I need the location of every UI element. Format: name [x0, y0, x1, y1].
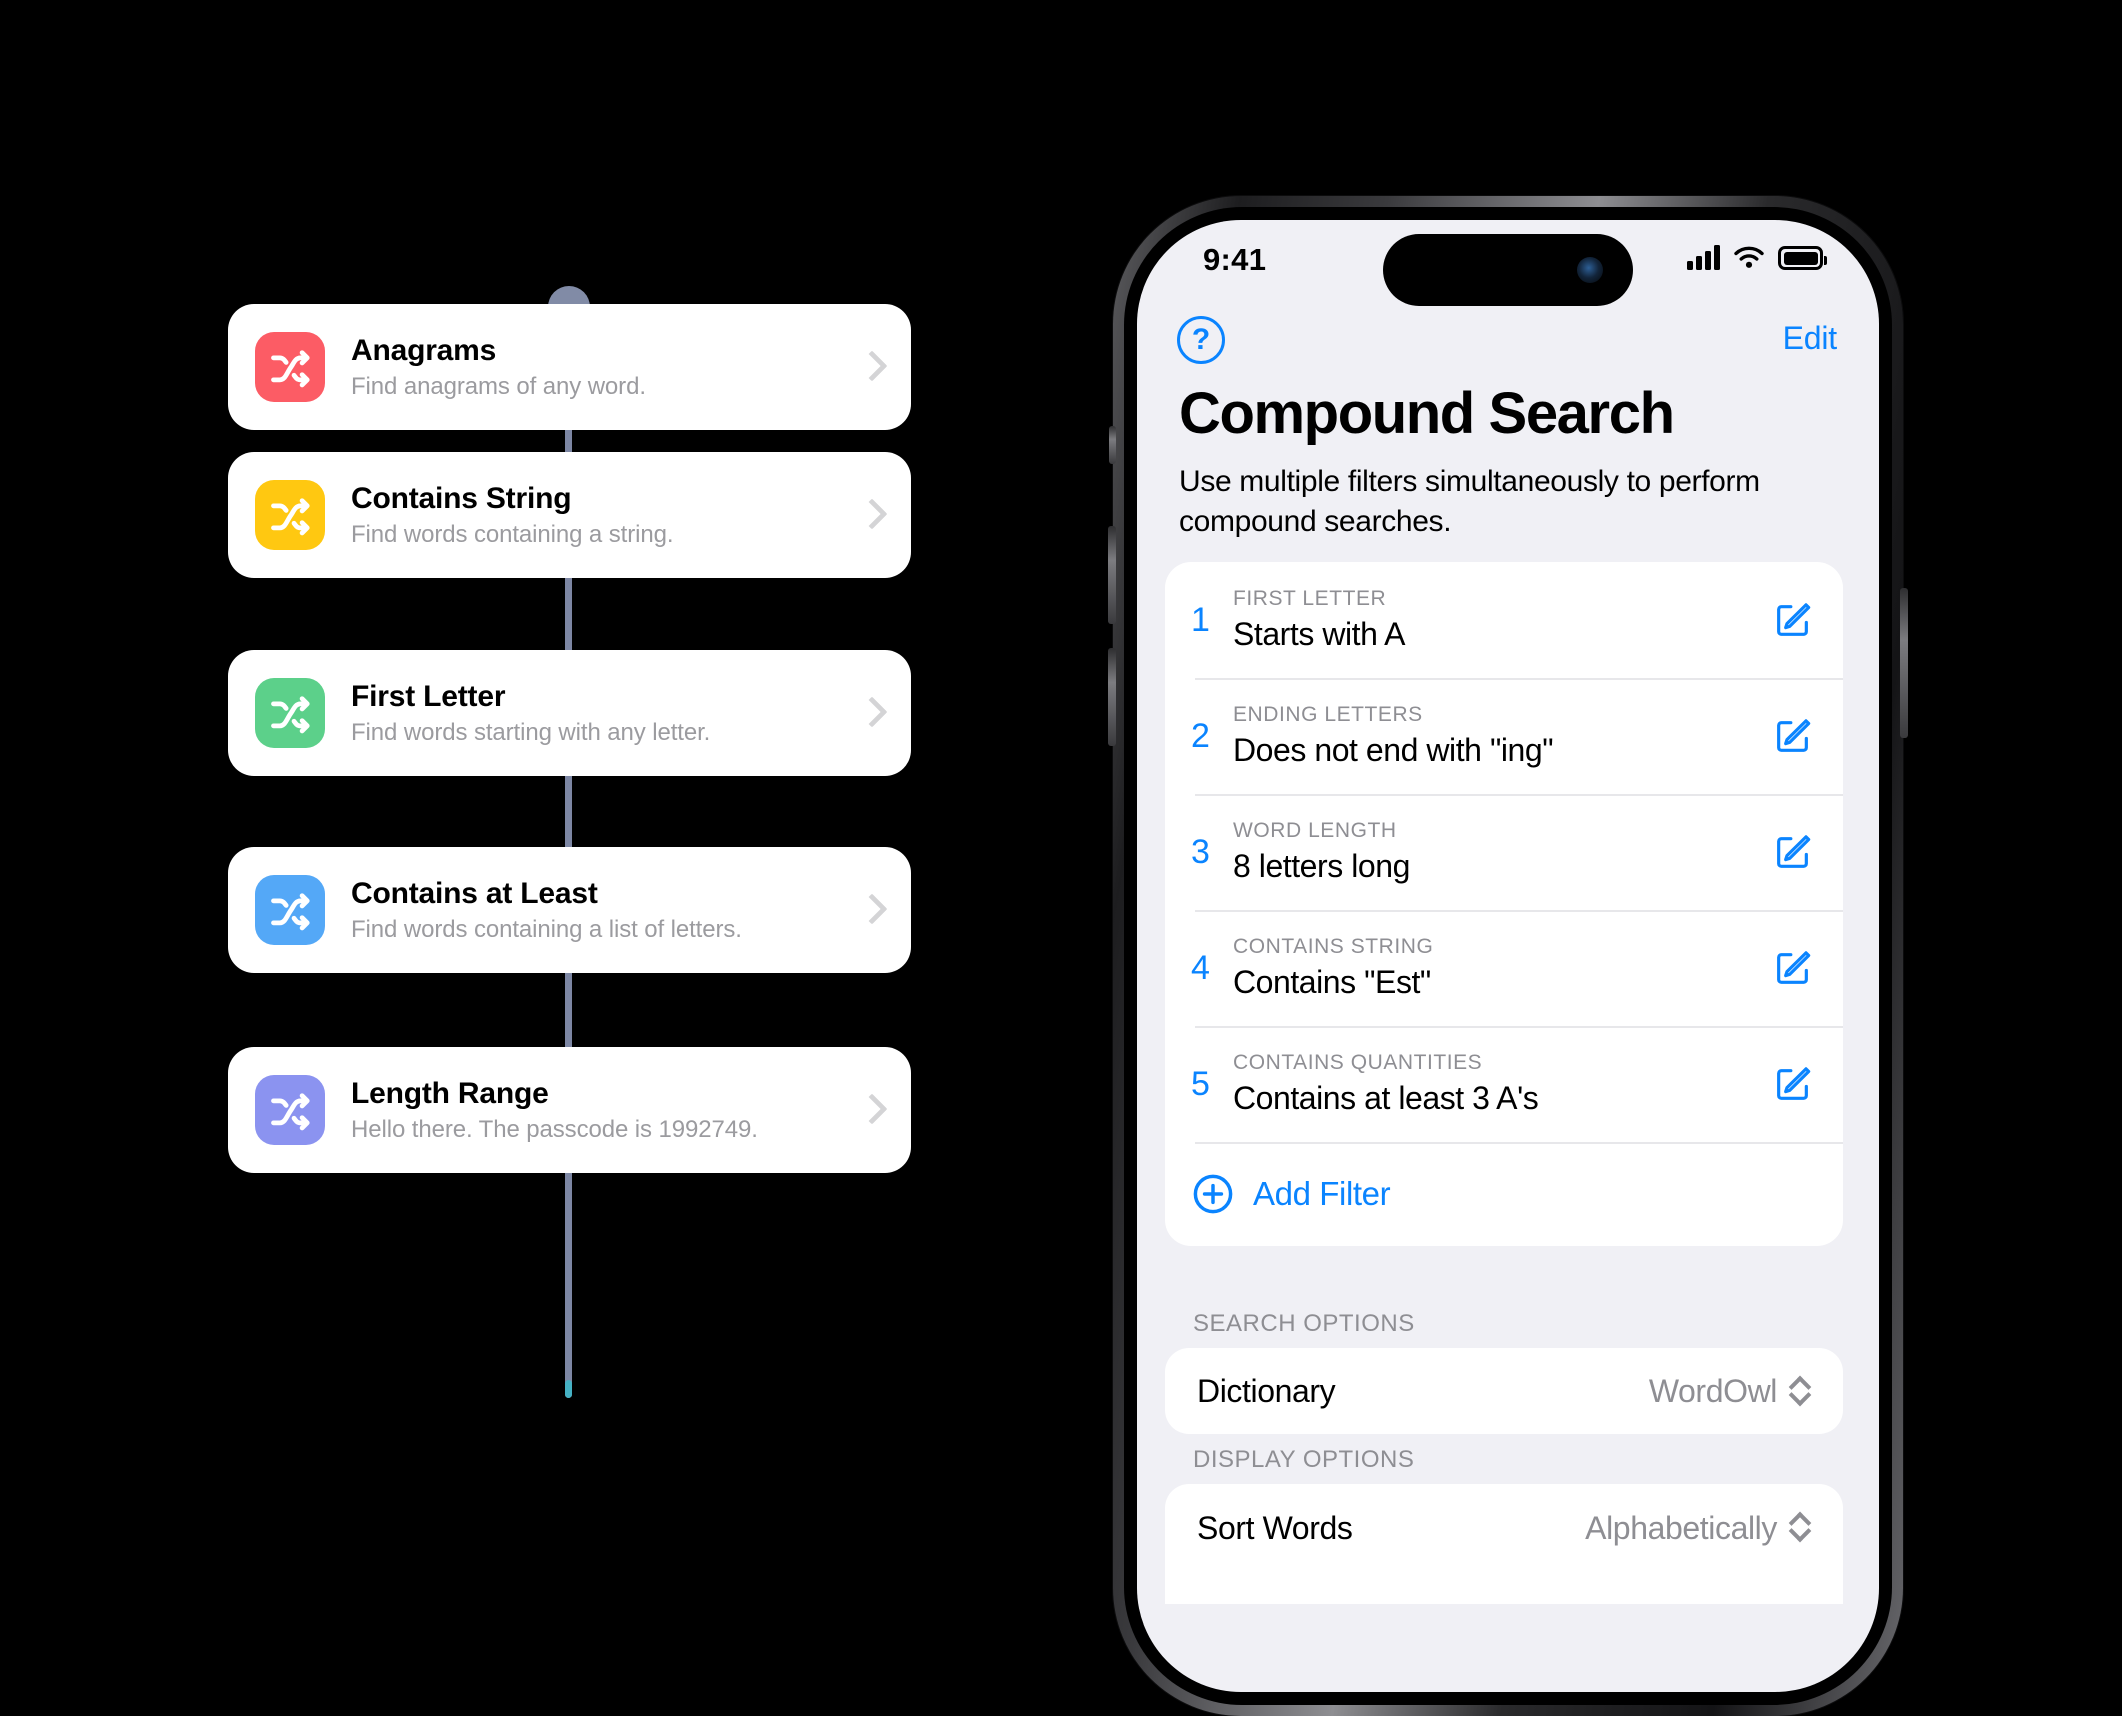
filter-texts: CONTAINS STRING Contains "Est" — [1233, 934, 1773, 1001]
edit-square-pencil-icon[interactable] — [1773, 600, 1813, 640]
status-indicators — [1687, 244, 1827, 270]
filter-value: Contains "Est" — [1233, 963, 1431, 1000]
volume-up-button[interactable] — [1108, 526, 1116, 624]
power-button[interactable] — [1900, 588, 1908, 738]
edit-square-pencil-icon[interactable] — [1773, 1064, 1813, 1104]
shortcut-card[interactable]: First Letter Find words starting with an… — [228, 650, 911, 776]
filter-value: Does not end with "ing" — [1233, 731, 1554, 768]
page-subtitle: Use multiple filters simultaneously to p… — [1179, 465, 1760, 538]
filter-number: 5 — [1191, 1064, 1210, 1103]
status-time: 9:41 — [1203, 242, 1267, 277]
shortcut-card-title: Contains at Least — [351, 876, 598, 910]
shortcut-card-subtitle: Find words containing a list of letters. — [351, 915, 742, 943]
shortcut-card[interactable]: Contains at Least Find words containing … — [228, 847, 911, 973]
help-icon[interactable]: ? — [1177, 316, 1225, 364]
status-bar: 9:41 — [1137, 220, 1879, 306]
add-filter-label: Add Filter — [1253, 1175, 1391, 1212]
front-camera-icon — [1577, 257, 1603, 283]
filters-list: 1 FIRST LETTER Starts with A 2 ENDING LE… — [1165, 562, 1843, 1246]
chevron-right-icon — [859, 493, 885, 537]
chevron-right-icon — [859, 888, 885, 932]
filter-row[interactable]: 1 FIRST LETTER Starts with A — [1165, 562, 1843, 678]
filter-row[interactable]: 5 CONTAINS QUANTITIES Contains at least … — [1165, 1026, 1843, 1142]
edit-button[interactable]: Edit — [1783, 320, 1838, 357]
filter-category: FIRST LETTER — [1233, 587, 1387, 611]
sort-words-value: Alphabetically — [1585, 1510, 1777, 1546]
shortcut-card-text: Anagrams Find anagrams of any word. — [351, 333, 859, 402]
shortcut-card-text: Contains at Least Find words containing … — [351, 876, 859, 945]
chevron-right-icon — [859, 1088, 885, 1132]
shortcut-card-title: Anagrams — [351, 333, 497, 367]
filter-number: 1 — [1191, 600, 1210, 639]
shuffle-icon — [255, 1075, 325, 1145]
shortcut-card-text: Length Range Hello there. The passcode i… — [351, 1076, 859, 1145]
filter-texts: ENDING LETTERS Does not end with "ing" — [1233, 702, 1773, 769]
filter-category: CONTAINS QUANTITIES — [1233, 1051, 1483, 1075]
add-filter-button[interactable]: Add Filter — [1165, 1142, 1843, 1246]
filter-number: 2 — [1191, 716, 1210, 755]
edit-square-pencil-icon[interactable] — [1773, 716, 1813, 756]
iphone-mockup: 9:41 ? Edit Compound Search Use multiple… — [1108, 196, 1908, 1716]
display-options-header: DISPLAY OPTIONS — [1193, 1446, 1415, 1473]
shuffle-icon — [255, 332, 325, 402]
filter-value: Contains at least 3 A's — [1233, 1079, 1539, 1116]
shortcut-card-title: Contains String — [351, 481, 572, 515]
shortcut-card[interactable]: Contains String Find words containing a … — [228, 452, 911, 578]
shortcut-card-subtitle: Find words containing a string. — [351, 520, 674, 548]
sort-words-label: Sort Words — [1197, 1510, 1353, 1546]
filter-texts: FIRST LETTER Starts with A — [1233, 586, 1773, 653]
filter-category: ENDING LETTERS — [1233, 703, 1423, 727]
volume-down-button[interactable] — [1108, 648, 1116, 746]
filter-texts: CONTAINS QUANTITIES Contains at least 3 … — [1233, 1050, 1773, 1117]
dictionary-value: WordOwl — [1648, 1372, 1778, 1409]
shortcut-timeline-panel: Anagrams Find anagrams of any word. Cont… — [0, 0, 1000, 1616]
edit-square-pencil-icon[interactable] — [1773, 832, 1813, 872]
chevron-right-icon — [859, 345, 885, 389]
filter-texts: WORD LENGTH 8 letters long — [1233, 818, 1773, 885]
filter-number: 3 — [1191, 832, 1210, 871]
filter-value: Starts with A — [1233, 615, 1405, 652]
cellular-bars-icon — [1687, 244, 1720, 270]
search-options-header: SEARCH OPTIONS — [1193, 1310, 1415, 1337]
dynamic-island — [1383, 234, 1633, 306]
filter-value: 8 letters long — [1233, 847, 1410, 884]
shortcut-card[interactable]: Length Range Hello there. The passcode i… — [228, 1047, 911, 1173]
shortcut-card-title: First Letter — [351, 679, 506, 713]
shuffle-icon — [255, 480, 325, 550]
sort-words-option-row[interactable]: Sort Words Alphabetically — [1165, 1484, 1843, 1604]
chevron-up-down-icon — [1789, 1374, 1809, 1408]
dictionary-option-row[interactable]: Dictionary WordOwl — [1165, 1348, 1843, 1434]
filter-category: WORD LENGTH — [1233, 819, 1397, 843]
filter-row[interactable]: 3 WORD LENGTH 8 letters long — [1165, 794, 1843, 910]
timeline-end-marker — [565, 1380, 572, 1398]
edit-square-pencil-icon[interactable] — [1773, 948, 1813, 988]
page-title: Compound Search — [1179, 381, 1675, 446]
filter-number: 4 — [1191, 948, 1210, 987]
navigation-bar: ? Edit — [1137, 312, 1879, 376]
phone-screen: 9:41 ? Edit Compound Search Use multiple… — [1137, 220, 1879, 1692]
shortcut-card-text: Contains String Find words containing a … — [351, 481, 859, 550]
chevron-up-down-icon — [1789, 1510, 1809, 1544]
wifi-icon — [1734, 246, 1764, 268]
shuffle-icon — [255, 678, 325, 748]
shortcut-card[interactable]: Anagrams Find anagrams of any word. — [228, 304, 911, 430]
shortcut-card-subtitle: Find words starting with any letter. — [351, 718, 711, 746]
silent-switch-button[interactable] — [1109, 426, 1116, 464]
filter-category: CONTAINS STRING — [1233, 935, 1434, 959]
shortcut-card-subtitle: Find anagrams of any word. — [351, 372, 646, 400]
plus-circle-icon — [1191, 1172, 1235, 1216]
shortcut-card-text: First Letter Find words starting with an… — [351, 679, 859, 748]
shuffle-icon — [255, 875, 325, 945]
filter-row[interactable]: 4 CONTAINS STRING Contains "Est" — [1165, 910, 1843, 1026]
chevron-right-icon — [859, 691, 885, 735]
shortcut-card-subtitle: Hello there. The passcode is 1992749. — [351, 1115, 758, 1143]
dictionary-label: Dictionary — [1197, 1372, 1336, 1409]
shortcut-card-title: Length Range — [351, 1076, 549, 1110]
battery-full-icon — [1778, 246, 1827, 270]
filter-row[interactable]: 2 ENDING LETTERS Does not end with "ing" — [1165, 678, 1843, 794]
